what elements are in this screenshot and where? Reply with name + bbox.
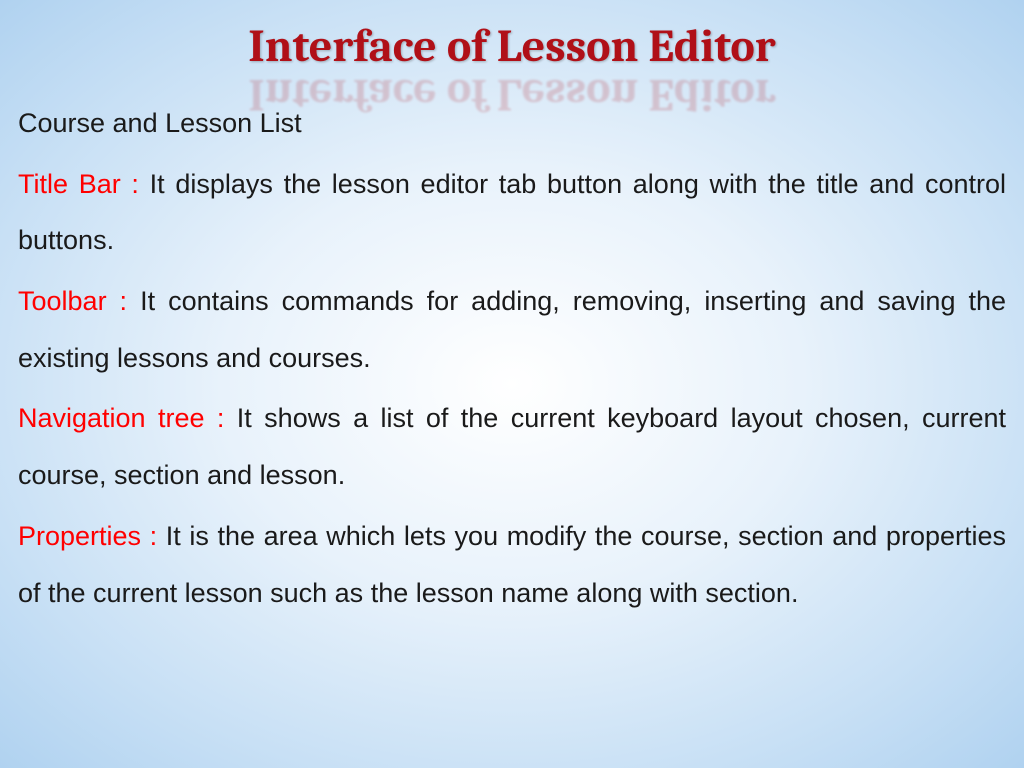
title-container: Interface of Lesson Editor Interface of … [18, 20, 1006, 73]
term-label: Navigation tree : [18, 403, 237, 433]
definition-item: Toolbar : It contains commands for addin… [18, 273, 1006, 386]
definition-item: Navigation tree : It shows a list of the… [18, 390, 1006, 503]
content-body: Course and Lesson List Title Bar : It di… [18, 95, 1006, 621]
definition-item: Title Bar : It displays the lesson edito… [18, 156, 1006, 269]
slide: Interface of Lesson Editor Interface of … [0, 0, 1024, 768]
term-label: Toolbar : [18, 286, 140, 316]
definition-item: Properties : It is the area which lets y… [18, 508, 1006, 621]
term-label: Title Bar : [18, 169, 150, 199]
term-description: It contains commands for adding, removin… [18, 286, 1006, 373]
term-label: Properties : [18, 521, 166, 551]
subtitle: Course and Lesson List [18, 95, 1006, 152]
term-description: It is the area which lets you modify the… [18, 521, 1006, 608]
term-description: It displays the lesson editor tab button… [18, 169, 1006, 256]
slide-title: Interface of Lesson Editor [248, 20, 775, 73]
